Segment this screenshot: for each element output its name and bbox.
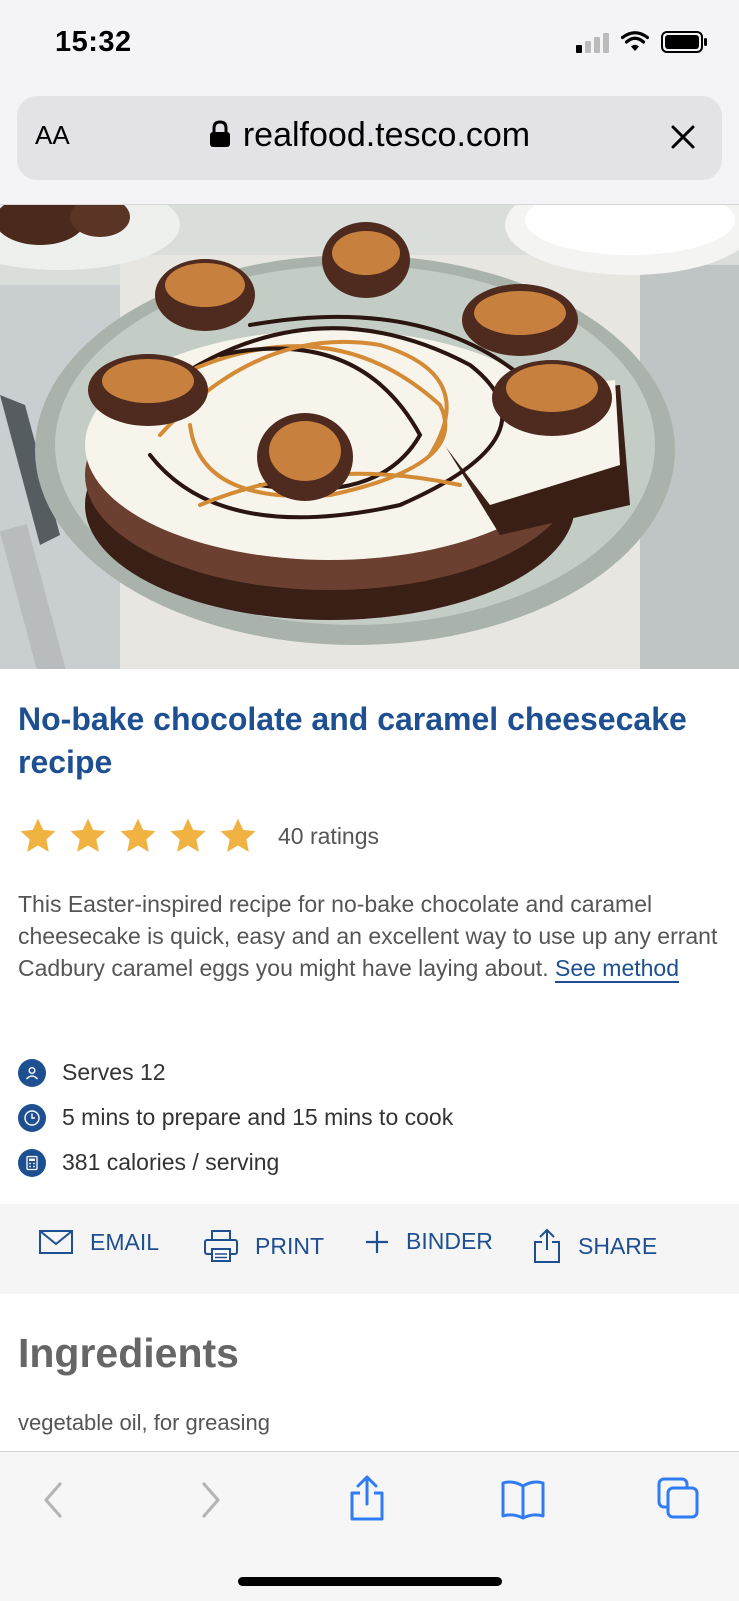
ratings-count: 40 ratings bbox=[278, 822, 380, 849]
share-sheet-icon[interactable] bbox=[347, 1474, 387, 1522]
envelope-icon bbox=[39, 1230, 73, 1254]
star-icon bbox=[120, 818, 156, 852]
forward-icon[interactable] bbox=[196, 1480, 226, 1520]
print-label: PRINT bbox=[255, 1232, 324, 1259]
recipe-action-bar: EMAIL PRINT BINDER SHARE bbox=[0, 1204, 739, 1294]
time-row: 5 mins to prepare and 15 mins to cook bbox=[18, 1095, 453, 1140]
browser-address-area: AA realfood.tesco.com bbox=[0, 90, 739, 205]
clock-icon bbox=[18, 1103, 46, 1132]
address-bar[interactable]: AA realfood.tesco.com bbox=[17, 96, 722, 180]
share-icon bbox=[534, 1228, 560, 1263]
calories-text: 381 calories / serving bbox=[62, 1149, 280, 1175]
bookmarks-icon[interactable] bbox=[500, 1478, 546, 1520]
recipe-description: This Easter-inspired recipe for no-bake … bbox=[18, 888, 723, 984]
battery-icon bbox=[661, 31, 707, 53]
status-icons bbox=[576, 30, 709, 54]
back-icon[interactable] bbox=[38, 1480, 68, 1520]
email-label: EMAIL bbox=[90, 1228, 160, 1255]
binder-label: BINDER bbox=[406, 1228, 493, 1254]
recipe-title: No-bake chocolate and caramel cheesecake… bbox=[18, 701, 687, 780]
recipe-content: No-bake chocolate and caramel cheesecake… bbox=[18, 698, 723, 1177]
ingredient-item: vegetable oil, for greasing bbox=[18, 1410, 270, 1435]
see-method-link[interactable]: See method bbox=[554, 955, 680, 983]
lock-icon bbox=[209, 120, 230, 148]
print-button[interactable]: PRINT bbox=[203, 1228, 324, 1264]
home-indicator[interactable] bbox=[238, 1577, 502, 1586]
recipe-rating[interactable]: 40 ratings bbox=[18, 816, 379, 856]
star-icon bbox=[20, 818, 56, 852]
star-icon bbox=[70, 818, 106, 852]
url-text: realfood.tesco.com bbox=[242, 116, 531, 154]
ingredients-heading: Ingredients bbox=[18, 1330, 239, 1376]
star-icon bbox=[220, 818, 256, 852]
share-label: SHARE bbox=[578, 1232, 658, 1259]
share-button[interactable]: SHARE bbox=[532, 1228, 657, 1264]
recipe-hero-image bbox=[0, 205, 739, 669]
close-icon[interactable] bbox=[666, 120, 700, 154]
tabs-icon[interactable] bbox=[656, 1476, 700, 1520]
star-rating bbox=[18, 816, 258, 856]
calculator-icon bbox=[18, 1148, 46, 1177]
recipe-meta: Serves 12 5 mins to prepare and 15 mins … bbox=[18, 1050, 453, 1185]
printer-icon bbox=[204, 1230, 238, 1262]
email-button[interactable]: EMAIL bbox=[38, 1228, 159, 1256]
calories-row: 381 calories / serving bbox=[18, 1140, 453, 1185]
serves-text: Serves 12 bbox=[62, 1059, 166, 1085]
wifi-icon bbox=[621, 31, 649, 51]
plus-icon bbox=[366, 1230, 388, 1253]
binder-button[interactable]: BINDER bbox=[364, 1228, 493, 1255]
serves-row: Serves 12 bbox=[18, 1050, 453, 1095]
url-display[interactable]: realfood.tesco.com bbox=[17, 116, 722, 155]
star-icon bbox=[170, 818, 206, 852]
status-time: 15:32 bbox=[55, 26, 132, 58]
cheesecake-illustration bbox=[0, 205, 739, 669]
time-text: 5 mins to prepare and 15 mins to cook bbox=[62, 1104, 454, 1130]
cellular-signal-icon bbox=[576, 31, 609, 53]
person-icon bbox=[18, 1058, 46, 1087]
status-bar: 15:32 bbox=[0, 0, 739, 90]
